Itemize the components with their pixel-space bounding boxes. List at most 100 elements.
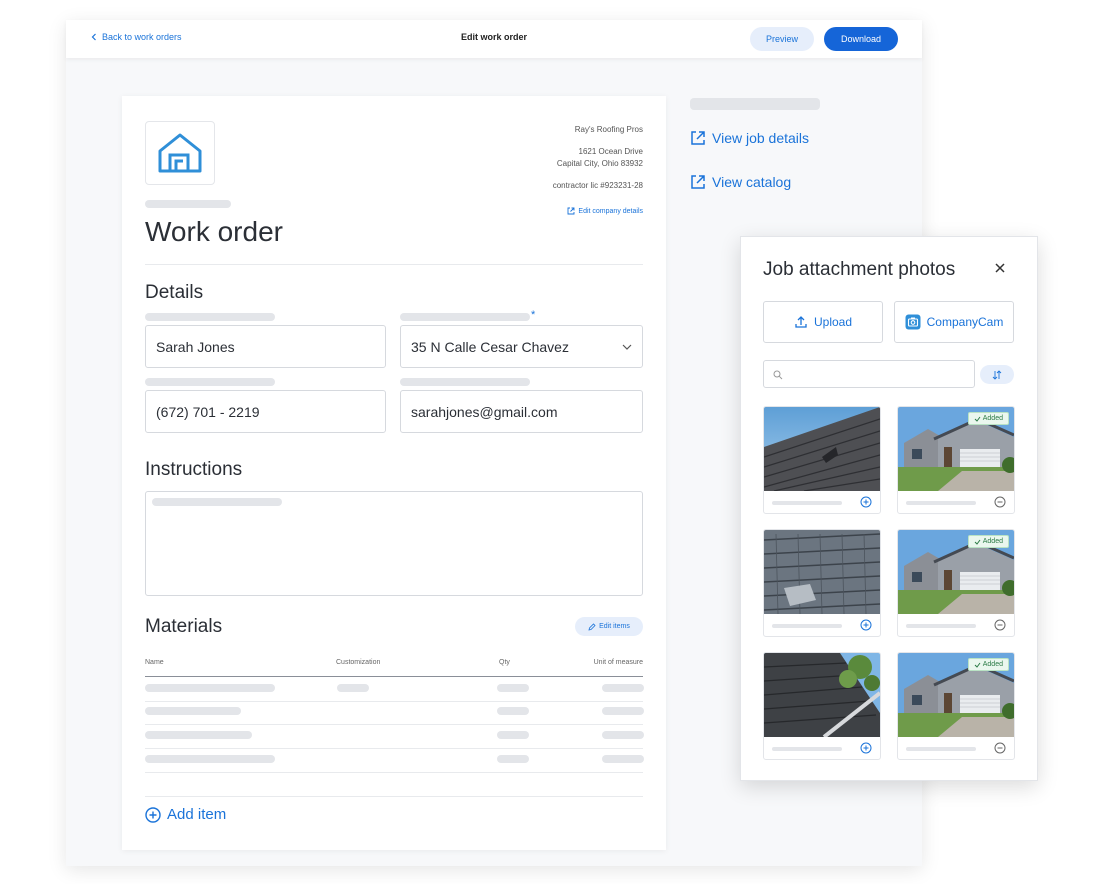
- edit-items-label: Edit items: [599, 623, 630, 630]
- field-label-placeholder: [145, 313, 275, 321]
- view-catalog-label: View catalog: [712, 174, 792, 190]
- photo-card[interactable]: Added: [897, 529, 1015, 637]
- caption-placeholder: [906, 624, 976, 628]
- added-label: Added: [982, 661, 1003, 668]
- view-catalog-link[interactable]: View catalog: [690, 174, 791, 190]
- cell-placeholder: [602, 731, 644, 739]
- sidebar-placeholder: [690, 98, 820, 110]
- phone-value: (672) 701 - 2219: [156, 403, 260, 420]
- cell-placeholder: [145, 684, 275, 692]
- added-label: Added: [982, 415, 1003, 422]
- instructions-textarea[interactable]: [145, 491, 643, 596]
- table-header-rule: [145, 676, 643, 677]
- added-badge: Added: [967, 535, 1009, 548]
- remove-photo-icon[interactable]: [994, 496, 1006, 508]
- roof-shingles-photo: [764, 530, 880, 614]
- phone-field[interactable]: (672) 701 - 2219: [145, 390, 386, 433]
- field-label-placeholder: [400, 313, 530, 321]
- email-field[interactable]: sarahjones@gmail.com: [400, 390, 643, 433]
- field-label-placeholder: [145, 378, 275, 386]
- company-logo[interactable]: [145, 121, 215, 185]
- external-link-icon: [691, 175, 705, 189]
- caption-placeholder: [906, 747, 976, 751]
- preview-button[interactable]: Preview: [750, 27, 814, 51]
- download-button[interactable]: Download: [824, 27, 898, 51]
- job-attachment-photos-panel: Job attachment photos Upload CompanyCam: [740, 236, 1038, 781]
- cell-placeholder: [145, 707, 241, 715]
- search-icon: [773, 370, 783, 380]
- photo-card[interactable]: [763, 529, 881, 637]
- roof-gutter-photo: [764, 653, 880, 737]
- remove-photo-icon[interactable]: [994, 619, 1006, 631]
- check-icon: [974, 539, 981, 545]
- row-divider: [145, 748, 643, 749]
- top-bar: Back to work orders Edit work order Prev…: [66, 20, 922, 58]
- cell-placeholder: [145, 755, 275, 763]
- companycam-label: CompanyCam: [926, 315, 1004, 329]
- house-logo-icon: [158, 133, 202, 173]
- cell-placeholder: [602, 684, 644, 692]
- cell-placeholder: [602, 707, 644, 715]
- materials-heading: Materials: [145, 616, 223, 637]
- companycam-button[interactable]: CompanyCam: [894, 301, 1014, 343]
- cell-placeholder: [337, 684, 369, 692]
- customer-name-field[interactable]: Sarah Jones: [145, 325, 386, 368]
- photo-card[interactable]: [763, 652, 881, 760]
- company-address-line1: 1621 Ocean Drive: [578, 147, 643, 156]
- external-link-icon: [567, 207, 575, 215]
- divider: [145, 796, 643, 797]
- company-info: Ray's Roofing Pros 1621 Ocean Drive Capi…: [553, 124, 643, 192]
- photo-card[interactable]: Added: [897, 652, 1015, 760]
- sort-icon: [992, 369, 1002, 380]
- instructions-heading: Instructions: [145, 459, 243, 480]
- customer-name-value: Sarah Jones: [156, 338, 235, 355]
- plus-circle-icon: [145, 806, 161, 823]
- caption-placeholder: [772, 501, 842, 505]
- cell-placeholder: [497, 755, 529, 763]
- added-badge: Added: [967, 658, 1009, 671]
- photo-card[interactable]: Added: [897, 406, 1015, 514]
- view-job-details-link[interactable]: View job details: [690, 130, 809, 146]
- view-job-details-label: View job details: [712, 130, 810, 146]
- company-name: Ray's Roofing Pros: [574, 125, 643, 134]
- photo-search-input[interactable]: [763, 360, 975, 388]
- added-badge: Added: [967, 412, 1009, 425]
- external-link-icon: [691, 131, 705, 145]
- email-value: sarahjones@gmail.com: [411, 403, 558, 420]
- close-icon[interactable]: [993, 261, 1007, 275]
- upload-button[interactable]: Upload: [763, 301, 883, 343]
- sort-button[interactable]: [980, 365, 1014, 384]
- added-label: Added: [982, 538, 1003, 545]
- photo-card[interactable]: [763, 406, 881, 514]
- caption-placeholder: [772, 747, 842, 751]
- add-item-button[interactable]: Add item: [145, 806, 226, 823]
- column-header-name: Name: [145, 659, 164, 666]
- row-divider: [145, 772, 643, 773]
- company-license: contractor lic #923231-28: [552, 181, 643, 190]
- edit-company-label: Edit company details: [578, 207, 643, 215]
- address-value: 35 N Calle Cesar Chavez: [411, 338, 569, 355]
- roof-shingles-photo: [764, 407, 880, 491]
- check-icon: [974, 662, 981, 668]
- upload-icon: [795, 316, 807, 328]
- edit-company-link[interactable]: Edit company details: [567, 207, 643, 215]
- column-header-customization: Customization: [336, 659, 381, 666]
- chevron-down-icon: [622, 344, 632, 350]
- add-photo-icon[interactable]: [860, 742, 872, 754]
- textarea-placeholder: [152, 498, 282, 506]
- edit-items-button[interactable]: Edit items: [575, 617, 643, 636]
- remove-photo-icon[interactable]: [994, 742, 1006, 754]
- upload-label: Upload: [813, 315, 853, 329]
- work-order-document: Ray's Roofing Pros 1621 Ocean Drive Capi…: [122, 96, 666, 850]
- document-title: Work order: [145, 216, 283, 247]
- add-photo-icon[interactable]: [860, 619, 872, 631]
- details-heading: Details: [145, 282, 204, 303]
- address-select[interactable]: 35 N Calle Cesar Chavez: [400, 325, 643, 368]
- cell-placeholder: [497, 707, 529, 715]
- panel-title: Job attachment photos: [763, 259, 956, 280]
- add-photo-icon[interactable]: [860, 496, 872, 508]
- caption-placeholder: [906, 501, 976, 505]
- row-divider: [145, 701, 643, 702]
- cell-placeholder: [602, 755, 644, 763]
- add-item-label: Add item: [167, 806, 227, 823]
